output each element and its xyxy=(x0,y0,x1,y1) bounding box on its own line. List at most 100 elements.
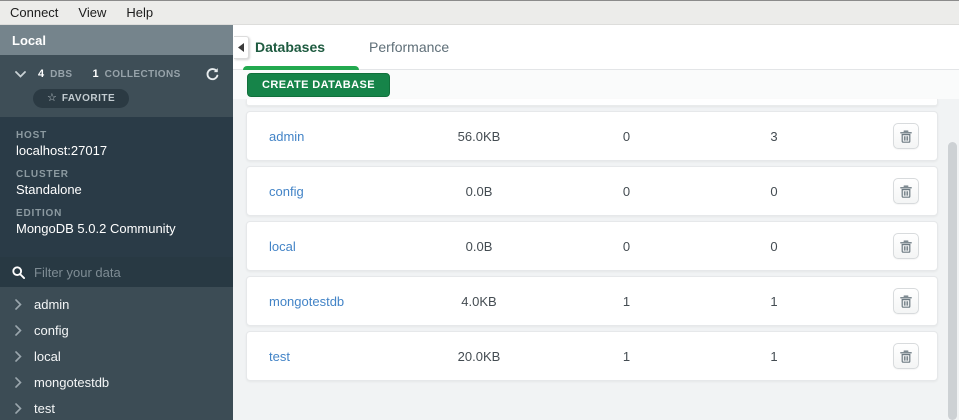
collections-cell: 0 xyxy=(622,238,631,254)
database-table-row: admin 56.0KB 0 3 xyxy=(246,111,938,161)
chevron-right-icon[interactable] xyxy=(15,324,22,336)
detail-host: HOST localhost:27017 xyxy=(16,130,217,158)
indexes-cell: 1 xyxy=(770,293,778,309)
menu-connect[interactable]: Connect xyxy=(8,3,60,22)
dbs-count: 4 xyxy=(38,68,45,80)
menu-view[interactable]: View xyxy=(76,3,108,22)
tab-bar: Databases Performance xyxy=(233,25,959,74)
tab-databases-label: Databases xyxy=(255,39,326,55)
collections-cell: 0 xyxy=(622,128,631,144)
chevron-down-icon xyxy=(14,70,26,78)
storage-size-cell: 0.0B xyxy=(465,238,493,254)
connection-details-section: HOST localhost:27017 CLUSTER Standalone … xyxy=(0,117,233,257)
database-link[interactable]: config xyxy=(269,184,304,199)
edition-label: EDITION xyxy=(16,208,63,219)
database-name-cell: config xyxy=(269,184,399,199)
collapse-connection-chevron[interactable] xyxy=(12,66,28,82)
database-name-cell: test xyxy=(269,349,399,364)
delete-database-button[interactable] xyxy=(893,343,919,369)
storage-size-cell: 20.0KB xyxy=(457,348,501,364)
search-icon xyxy=(12,265,25,279)
filter-input[interactable] xyxy=(34,264,204,280)
cluster-value: Standalone xyxy=(16,182,82,197)
database-link[interactable]: test xyxy=(269,349,290,364)
trash-icon xyxy=(900,240,912,253)
cluster-label: CLUSTER xyxy=(16,169,69,180)
actions-row: CREATE DATABASE xyxy=(233,70,959,99)
sidebar-database-name[interactable]: local xyxy=(34,349,61,364)
sidebar-collapse-button[interactable] xyxy=(234,36,249,59)
edition-value: MongoDB 5.0.2 Community xyxy=(16,221,176,236)
connection-title: Local xyxy=(0,25,233,55)
database-table-row: mongotestdb 4.0KB 1 1 xyxy=(246,276,938,326)
trash-icon xyxy=(900,295,912,308)
database-link[interactable]: mongotestdb xyxy=(269,294,344,309)
database-link[interactable]: admin xyxy=(269,129,304,144)
database-table-row: test 20.0KB 1 1 xyxy=(246,331,938,381)
host-value: localhost:27017 xyxy=(16,143,108,158)
database-table-row: config 0.0B 0 0 xyxy=(246,166,938,216)
sidebar-database-item[interactable]: admin xyxy=(0,291,233,317)
chevron-right-icon[interactable] xyxy=(15,402,22,414)
sidebar-database-name[interactable]: admin xyxy=(34,297,69,312)
collections-label: COLLECTIONS xyxy=(104,68,181,80)
delete-database-button[interactable] xyxy=(893,123,919,149)
database-name-cell: admin xyxy=(269,129,399,144)
tab-performance-label: Performance xyxy=(369,39,450,55)
connection-name: Local xyxy=(12,32,46,48)
storage-size-cell: 0.0B xyxy=(465,183,493,199)
menu-bar: Connect View Help xyxy=(0,0,959,25)
indexes-cell: 1 xyxy=(770,348,778,364)
menu-help[interactable]: Help xyxy=(124,3,155,22)
collections-cell: 1 xyxy=(622,293,631,309)
chevron-right-icon[interactable] xyxy=(15,350,22,362)
connection-stats-section: 4 DBS 1 COLLECTIONS ☆ FAVORITE xyxy=(0,55,233,117)
favorite-button[interactable]: ☆ FAVORITE xyxy=(33,89,130,108)
tab-performance[interactable]: Performance xyxy=(369,25,449,70)
database-name-cell: local xyxy=(269,239,399,254)
host-label: HOST xyxy=(16,130,47,141)
sidebar-database-name[interactable]: config xyxy=(34,323,69,338)
left-triangle-icon xyxy=(238,43,244,52)
storage-size-cell: 56.0KB xyxy=(457,128,501,144)
trash-icon xyxy=(900,185,912,198)
refresh-icon xyxy=(206,67,218,80)
create-database-button[interactable]: CREATE DATABASE xyxy=(247,73,390,97)
database-link[interactable]: local xyxy=(269,239,296,254)
refresh-button[interactable] xyxy=(203,65,221,83)
tab-databases[interactable]: Databases xyxy=(243,25,359,74)
collections-cell: 0 xyxy=(622,183,631,199)
databases-table: admin 56.0KB 0 3 config 0.0B 0 0 local 0… xyxy=(233,99,959,420)
sidebar-database-item[interactable]: local xyxy=(0,343,233,369)
database-rows: admin 56.0KB 0 3 config 0.0B 0 0 local 0… xyxy=(246,111,959,381)
indexes-cell: 0 xyxy=(770,183,778,199)
storage-size-cell: 4.0KB xyxy=(461,293,497,309)
collections-cell: 1 xyxy=(622,348,631,364)
main-area: Databases Performance CREATE DATABASE ad… xyxy=(233,25,959,420)
database-name-cell: mongotestdb xyxy=(269,294,399,309)
sidebar: Local 4 DBS 1 COLLECTIONS ☆ FAVORITE HOS… xyxy=(0,25,233,420)
detail-cluster: CLUSTER Standalone xyxy=(16,169,217,197)
delete-database-button[interactable] xyxy=(893,233,919,259)
star-icon: ☆ xyxy=(47,92,57,104)
clipped-row-above xyxy=(246,99,938,106)
database-list: admin config local mongotestdb test xyxy=(0,287,233,420)
chevron-right-icon[interactable] xyxy=(15,298,22,310)
sidebar-database-name[interactable]: test xyxy=(34,401,55,416)
favorite-label: FAVORITE xyxy=(61,93,116,104)
indexes-cell: 3 xyxy=(770,128,778,144)
trash-icon xyxy=(900,350,912,363)
sidebar-database-item[interactable]: test xyxy=(0,395,233,420)
trash-icon xyxy=(900,130,912,143)
sidebar-database-item[interactable]: mongotestdb xyxy=(0,369,233,395)
indexes-cell: 0 xyxy=(770,238,778,254)
detail-edition: EDITION MongoDB 5.0.2 Community xyxy=(16,208,217,236)
delete-database-button[interactable] xyxy=(893,178,919,204)
delete-database-button[interactable] xyxy=(893,288,919,314)
chevron-right-icon[interactable] xyxy=(15,376,22,388)
dbs-label: DBS xyxy=(50,68,73,80)
database-table-row: local 0.0B 0 0 xyxy=(246,221,938,271)
sidebar-database-item[interactable]: config xyxy=(0,317,233,343)
sidebar-database-name[interactable]: mongotestdb xyxy=(34,375,109,390)
vertical-scrollbar[interactable] xyxy=(948,142,957,420)
